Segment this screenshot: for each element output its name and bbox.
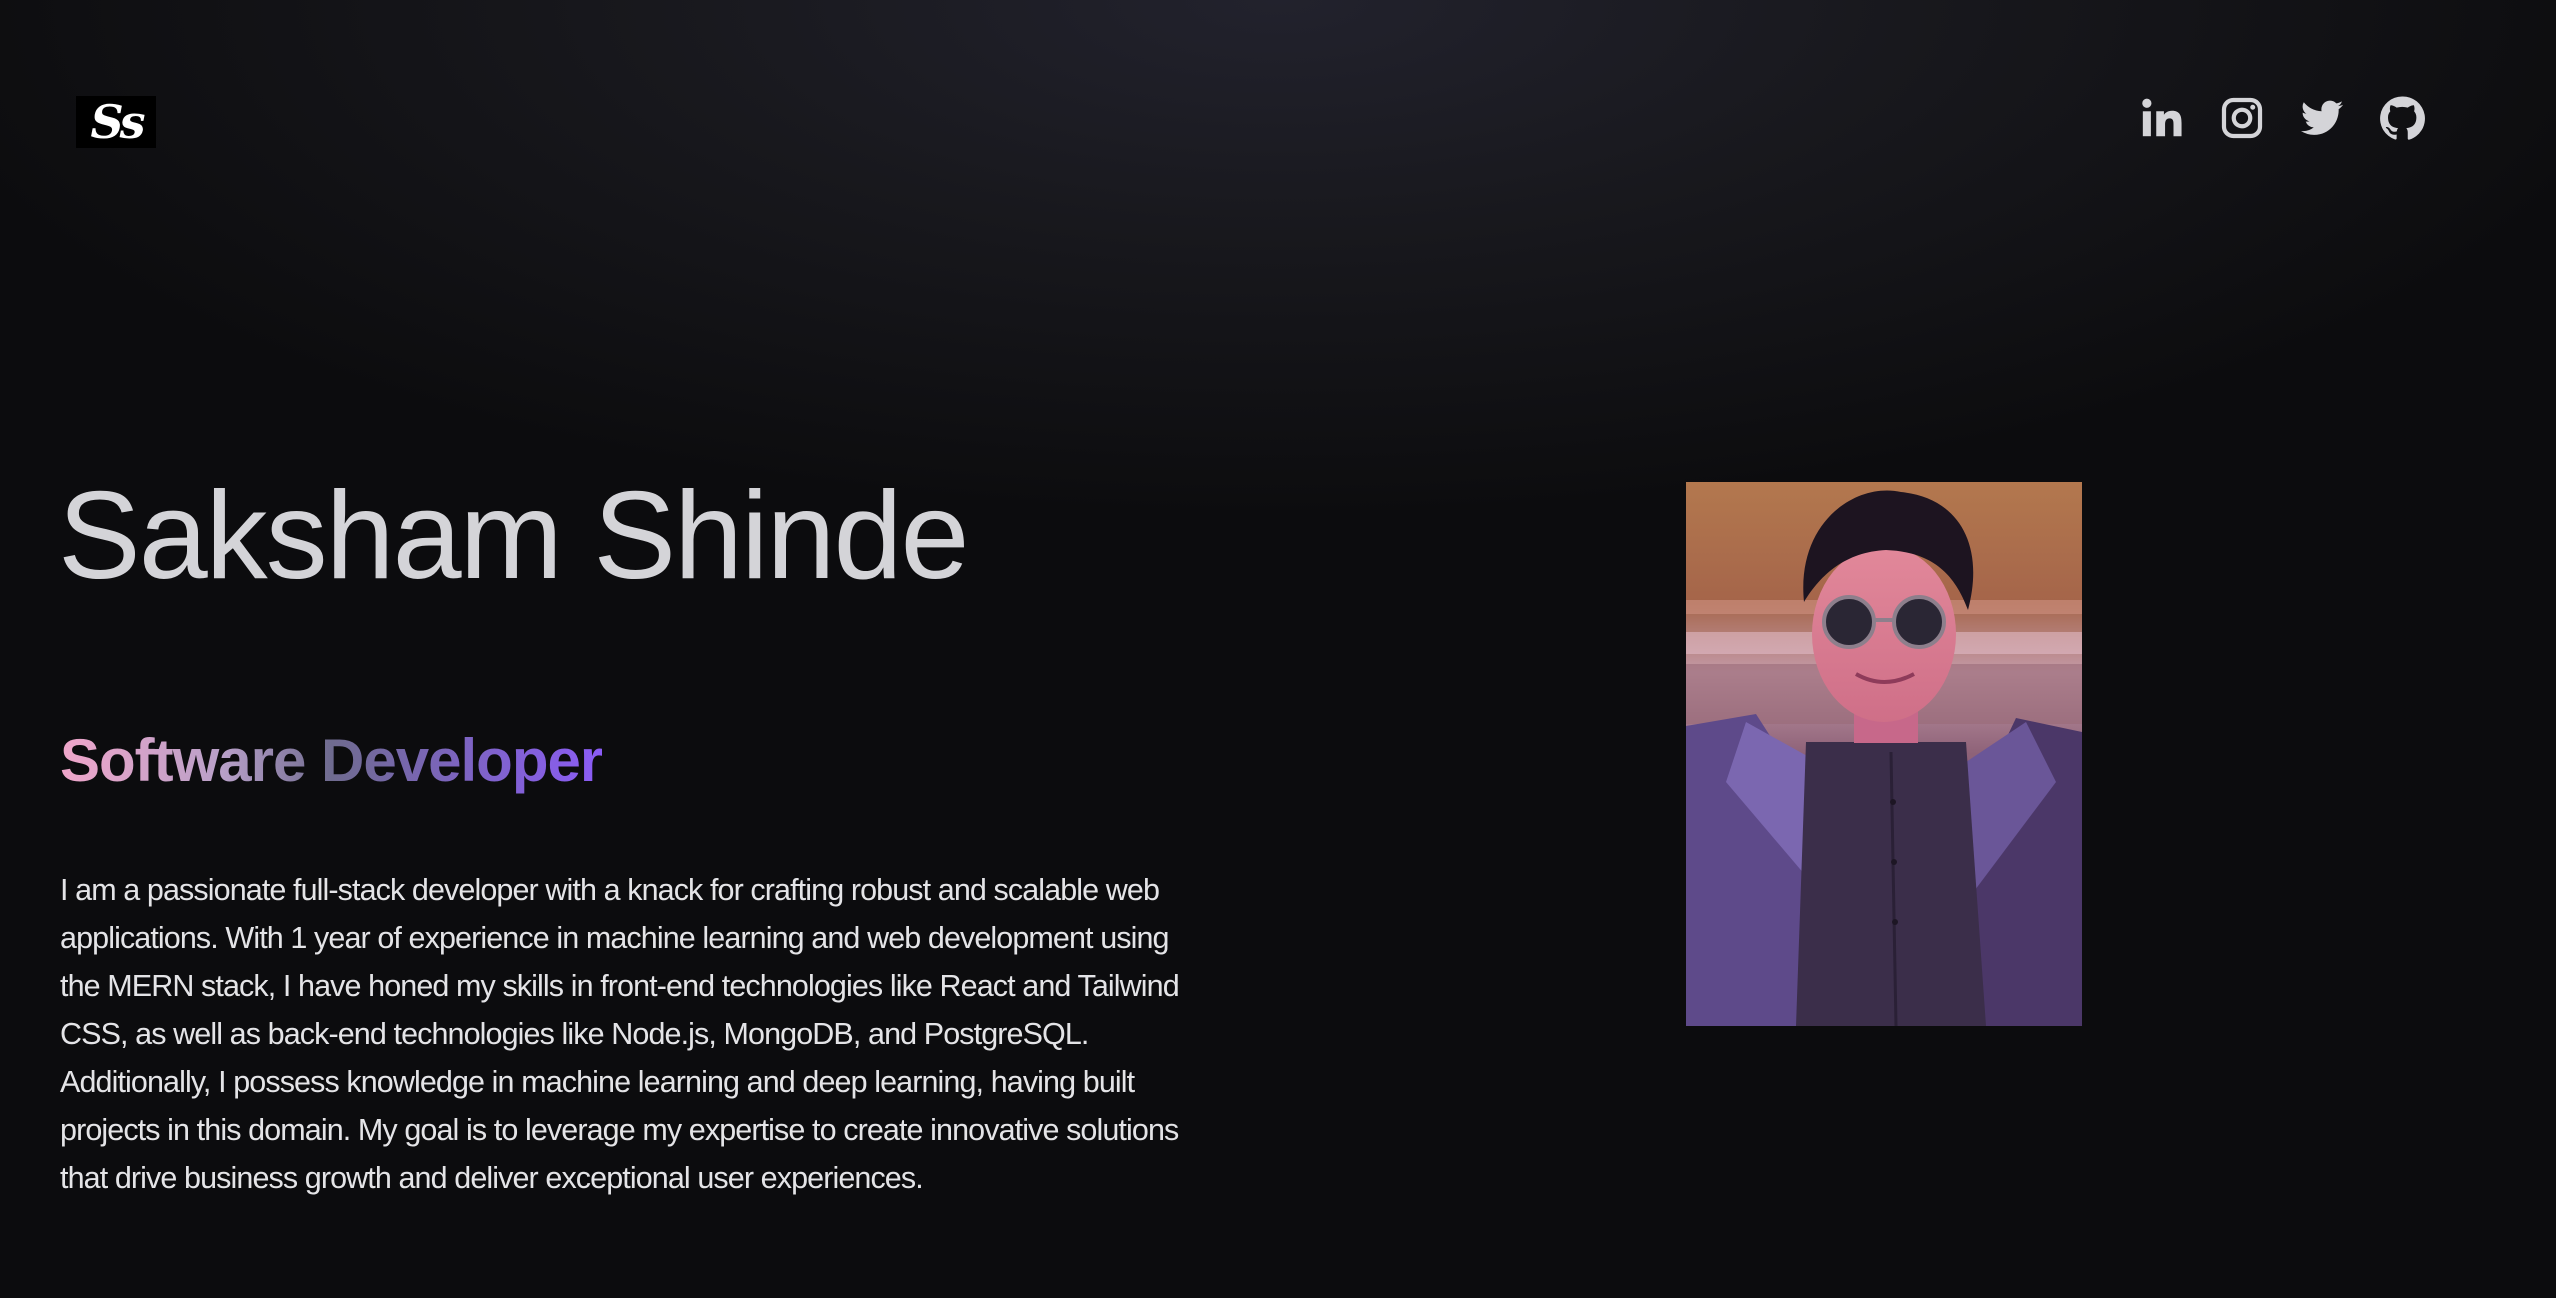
site-logo[interactable]: Ss [76, 95, 156, 149]
linkedin-icon [2142, 98, 2182, 137]
hero-bio: I am a passionate full-stack developer w… [60, 873, 1180, 1195]
instagram-link[interactable] [2218, 94, 2266, 142]
linkedin-link[interactable] [2138, 94, 2186, 142]
hero-role: Software Developer [60, 727, 603, 794]
instagram-icon [2221, 97, 2263, 139]
twitter-icon [2300, 100, 2344, 135]
hero-name: Saksham Shinde [58, 467, 969, 605]
github-link[interactable] [2378, 94, 2426, 142]
profile-photo-illustration [1686, 482, 2082, 1026]
github-icon [2380, 96, 2425, 140]
twitter-link[interactable] [2298, 94, 2346, 142]
social-links [2138, 94, 2426, 142]
profile-photo [1686, 482, 2082, 1026]
